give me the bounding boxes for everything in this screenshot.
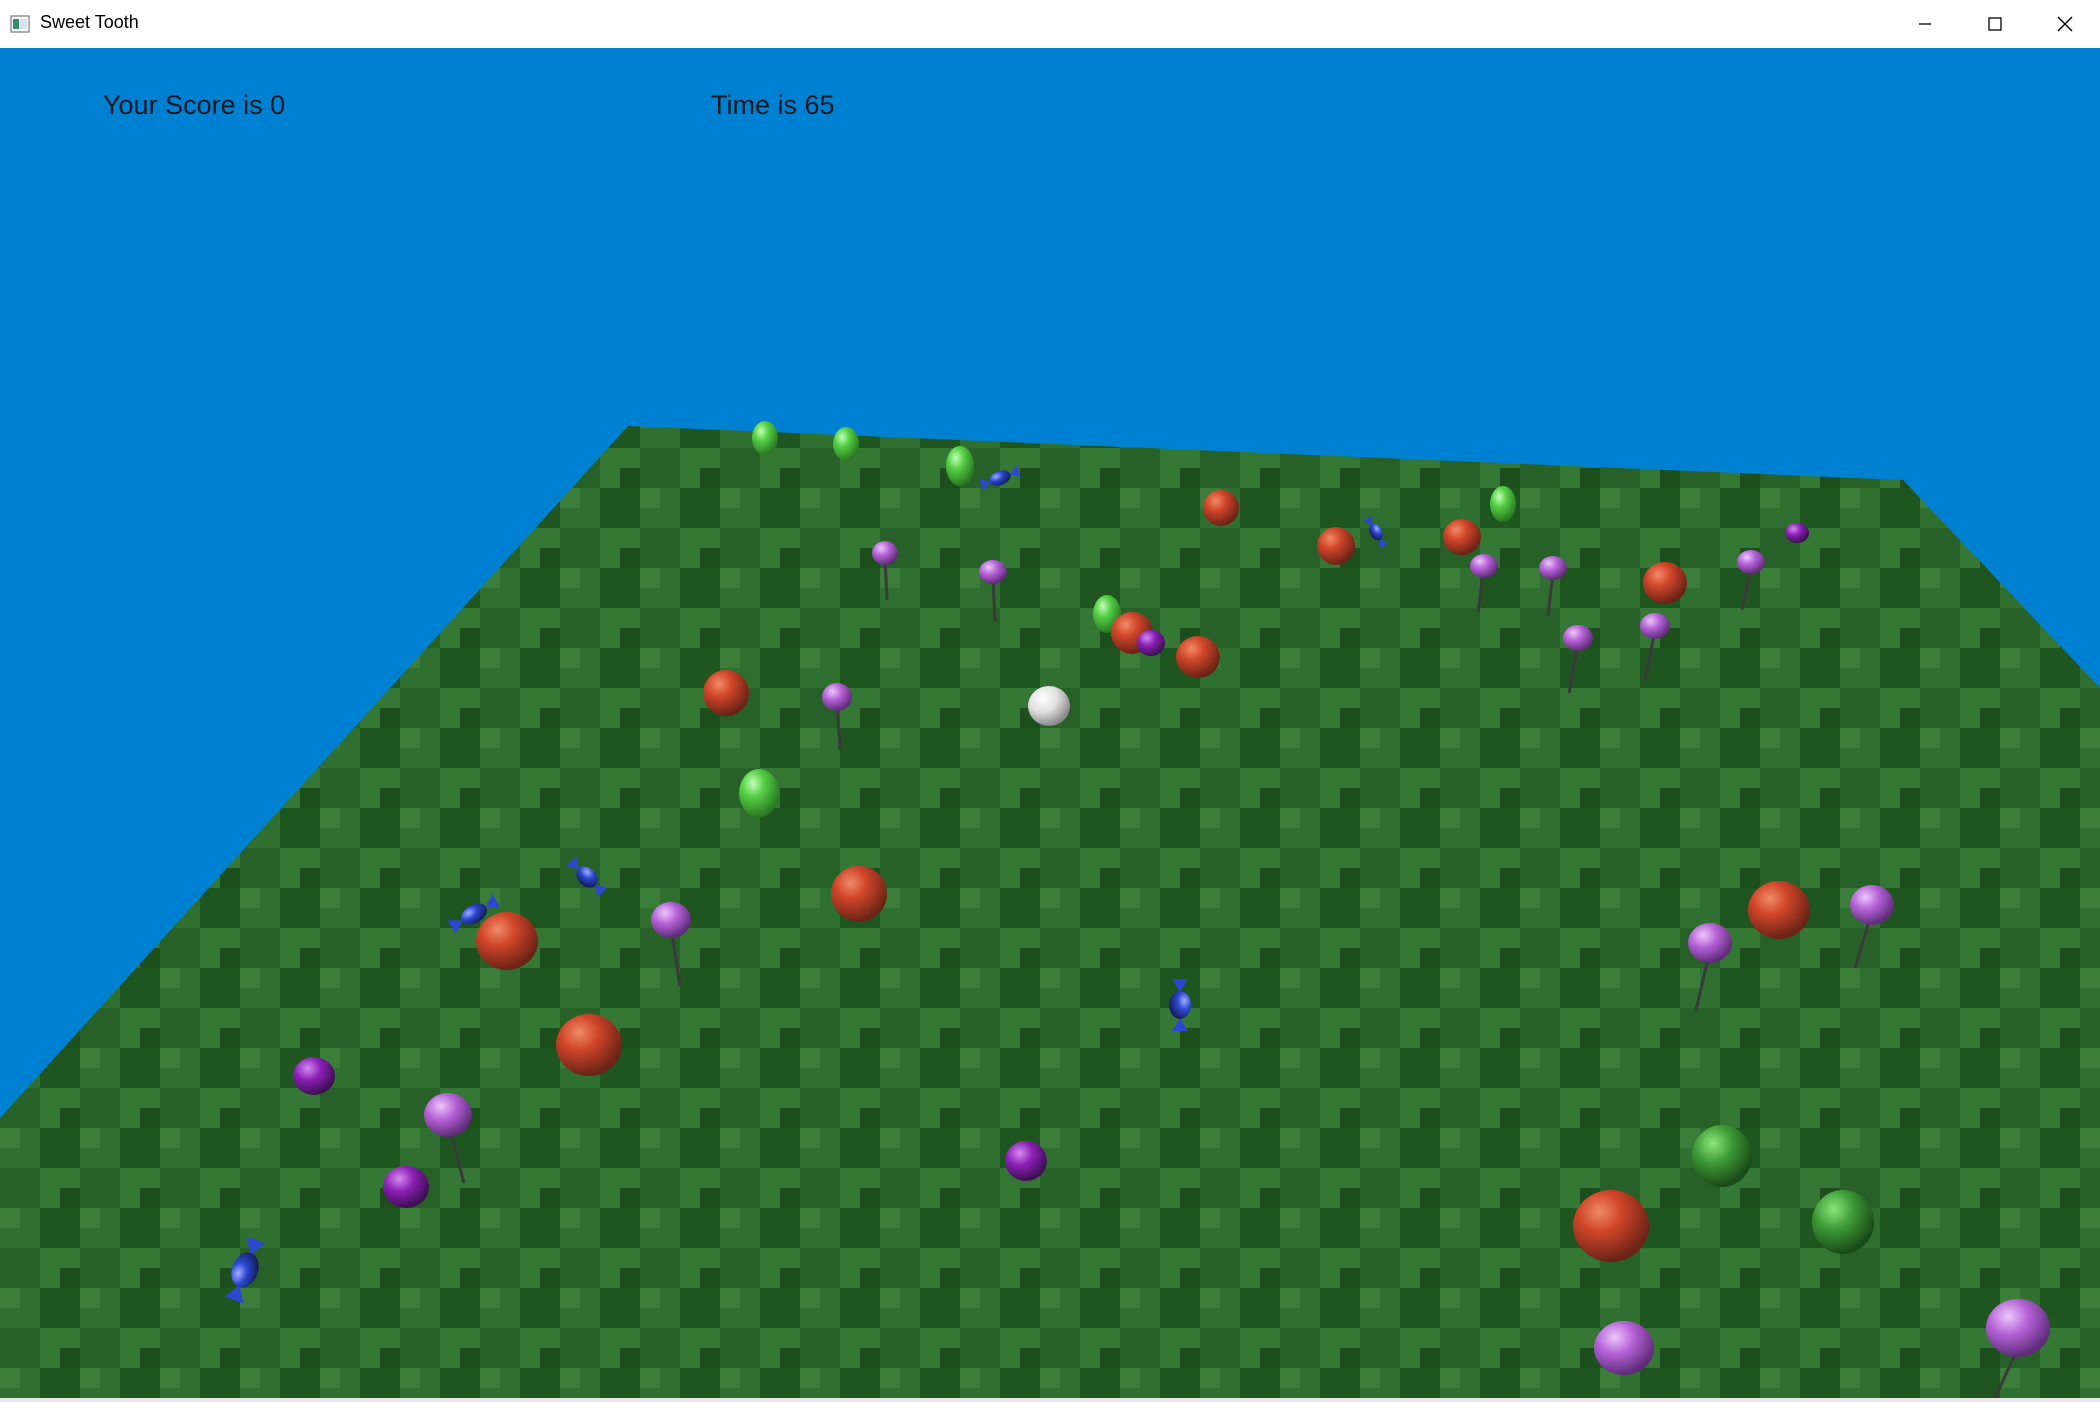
time-label: Time is 65 (711, 90, 835, 120)
minimize-button[interactable] (1890, 0, 1960, 48)
maximize-button[interactable] (1960, 0, 2030, 48)
window-title: Sweet Tooth (40, 12, 139, 32)
gumball (383, 1166, 429, 1208)
apple (556, 1014, 622, 1076)
apple (476, 912, 538, 970)
game-scene (0, 421, 2100, 1398)
apple (1643, 562, 1687, 604)
apple (1748, 881, 1810, 939)
gumball (1785, 523, 1809, 543)
game-viewport[interactable]: Your Score is 0 Time is 65 (0, 48, 2100, 1398)
title-bar[interactable]: Sweet Tooth (0, 0, 2100, 49)
score-label: Your Score is 0 (103, 90, 286, 120)
apple (1317, 527, 1355, 565)
apple (1203, 490, 1239, 526)
green-blob (1812, 1190, 1874, 1254)
player-ball (1028, 686, 1070, 726)
apple (703, 670, 749, 716)
pear (739, 769, 779, 817)
pear (833, 427, 859, 461)
app-window: Sweet Tooth Your Score is 0 Time is 65 (0, 0, 2100, 1402)
apple (1573, 1190, 1649, 1262)
apple (1443, 519, 1481, 555)
apple (831, 866, 887, 922)
green-blob (1692, 1125, 1752, 1187)
close-button[interactable] (2030, 0, 2100, 48)
pear (1490, 486, 1516, 522)
close-icon (2057, 16, 2073, 32)
window-bottom-edge (0, 1398, 2100, 1402)
gumball (1137, 630, 1165, 656)
pear (752, 421, 778, 455)
minimize-icon (1919, 23, 1931, 25)
pear (946, 446, 974, 486)
app-window-icon (10, 15, 30, 33)
gumball (1005, 1141, 1047, 1181)
gumball (293, 1057, 335, 1095)
maximize-icon (1988, 17, 2002, 31)
apple (1176, 636, 1220, 678)
